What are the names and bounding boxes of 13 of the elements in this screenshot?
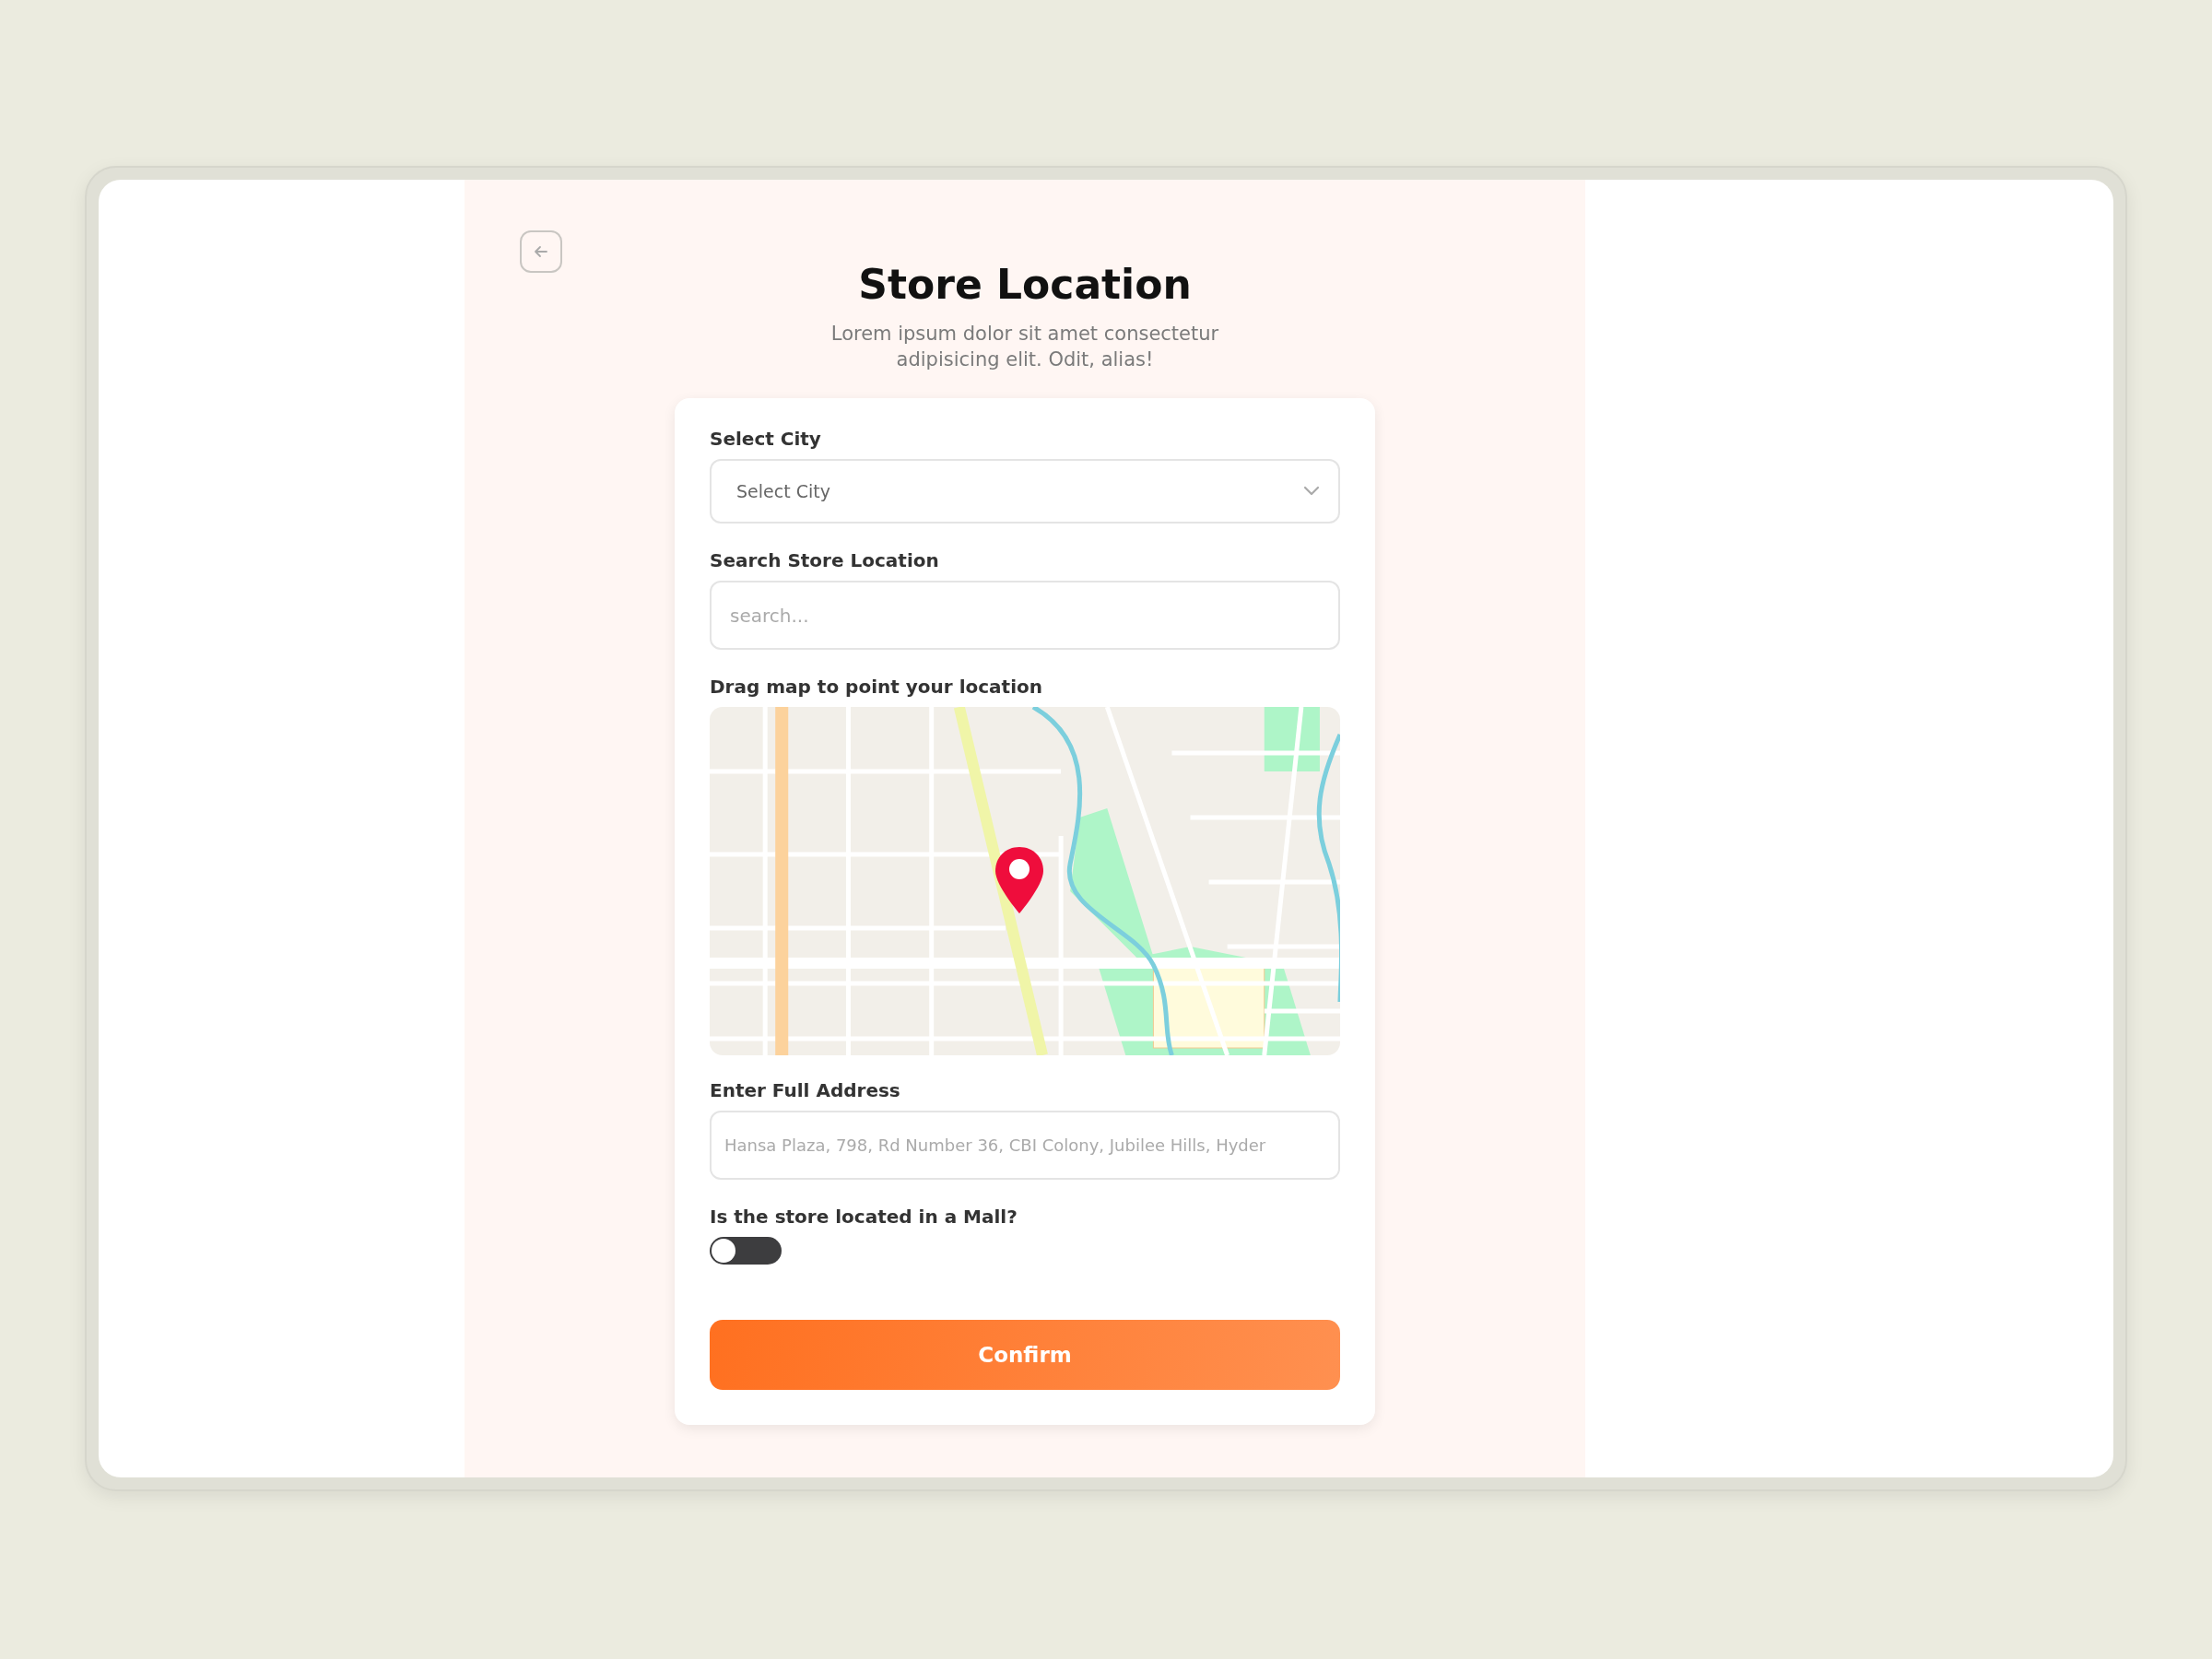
page-title: Store Location	[858, 261, 1192, 308]
field-label: Drag map to point your location	[710, 676, 1043, 698]
field-label: Enter Full Address	[710, 1079, 901, 1101]
map-pin-icon[interactable]	[994, 845, 1045, 915]
city-dropdown[interactable]: Select City	[710, 459, 1340, 524]
field-label: Is the store located in a Mall?	[710, 1206, 1018, 1228]
search-field[interactable]: search...	[710, 581, 1340, 650]
page-subtitle: Lorem ipsum dolor sit amet consectetur adipisicing elit. Odit, alias!	[830, 322, 1220, 372]
mall-toggle[interactable]	[710, 1237, 782, 1265]
chevron-down-icon	[1303, 486, 1320, 497]
field-label: Search Store Location	[710, 549, 940, 571]
address-field[interactable]: Hansa Plaza, 798, Rd Number 36, CBI Colony, Jubilee Hills, Hyder	[710, 1111, 1340, 1180]
field-label: Select City	[710, 428, 822, 450]
